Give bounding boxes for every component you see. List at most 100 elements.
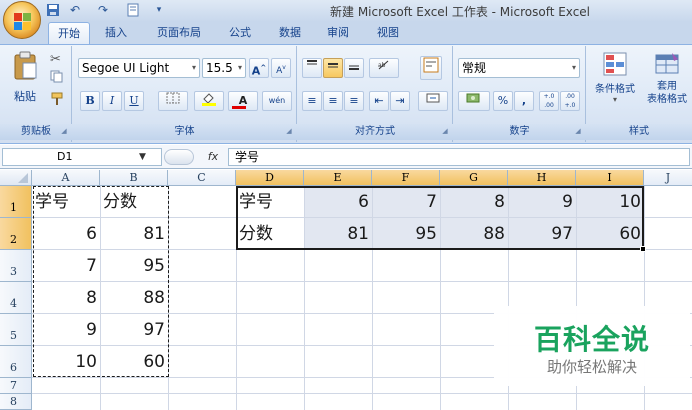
number-group-label: 数字	[453, 124, 586, 140]
font-name-value: Segoe UI Light	[82, 61, 170, 75]
currency-button[interactable]	[458, 91, 490, 111]
align-top-button[interactable]	[302, 58, 322, 78]
paste-icon	[14, 51, 37, 80]
undo-icon[interactable]: ↶	[68, 3, 82, 17]
align-bottom-button[interactable]	[344, 58, 364, 78]
orientation-button[interactable]: ab	[369, 58, 399, 78]
column-header-a[interactable]: A	[32, 170, 100, 186]
format-as-table-label-1: 套用	[657, 81, 677, 92]
format-as-table-button[interactable]: 套用 表格格式	[642, 50, 692, 120]
increase-indent-button[interactable]: ⇥	[390, 91, 410, 111]
font-name-select[interactable]: Segoe UI Light ▾	[78, 58, 200, 78]
row-header-1[interactable]: 1	[0, 186, 32, 218]
tab-review[interactable]: 审阅	[320, 22, 356, 44]
tab-home[interactable]: 开始	[48, 22, 90, 44]
column-header-b[interactable]: B	[100, 170, 168, 186]
alignment-launcher-icon[interactable]: ◢	[440, 126, 450, 136]
column-header-j[interactable]: J	[644, 170, 692, 186]
align-middle-icon	[328, 63, 338, 68]
format-painter-icon[interactable]	[50, 92, 64, 106]
paste-label: 粘贴	[14, 90, 36, 103]
alignment-group-label: 对齐方式	[297, 124, 453, 140]
row-header-7[interactable]: 7	[0, 378, 32, 394]
column-header-d[interactable]: D	[236, 170, 304, 186]
borders-button[interactable]	[158, 91, 188, 111]
tab-view[interactable]: 视图	[370, 22, 406, 44]
orientation-icon: ab	[378, 60, 389, 70]
font-color-button[interactable]: A	[228, 91, 258, 111]
select-all-corner[interactable]	[0, 170, 32, 186]
watermark-title: 百科全说	[533, 323, 650, 356]
font-launcher-icon[interactable]: ◢	[284, 126, 294, 136]
italic-button[interactable]: I	[102, 91, 122, 111]
clipboard-launcher-icon[interactable]: ◢	[59, 126, 69, 136]
merge-center-icon	[426, 93, 440, 103]
name-box[interactable]: D1 ▼	[2, 148, 162, 166]
column-header-e[interactable]: E	[304, 170, 372, 186]
row-header-6[interactable]: 6	[0, 346, 32, 378]
wrap-text-button[interactable]	[420, 56, 442, 80]
insert-function-button[interactable]: fx	[200, 148, 226, 166]
percent-button[interactable]: %	[493, 91, 513, 111]
selection-border	[236, 186, 644, 250]
increase-decimal-button[interactable]: +.0 .00	[539, 91, 559, 111]
office-button[interactable]	[3, 1, 41, 39]
copy-icon[interactable]	[50, 70, 63, 83]
align-right-button[interactable]: ≡	[344, 91, 364, 111]
redo-icon[interactable]: ↷	[96, 3, 110, 17]
align-top-icon	[307, 60, 317, 65]
row-header-8[interactable]: 8	[0, 394, 32, 410]
window-title: 新建 Microsoft Excel 工作表 - Microsoft Excel	[330, 5, 591, 19]
row-header-3[interactable]: 3	[0, 250, 32, 282]
format-as-table-label-2: 表格格式	[647, 94, 687, 105]
fill-color-button[interactable]	[194, 91, 224, 111]
number-format-select[interactable]: 常规 ▾	[458, 58, 580, 78]
align-left-button[interactable]: ≡	[302, 91, 322, 111]
row-header-4[interactable]: 4	[0, 282, 32, 314]
tab-data[interactable]: 数据	[272, 22, 308, 44]
formula-input[interactable]: 学号	[228, 148, 690, 166]
comma-button[interactable]: ,	[514, 91, 534, 111]
bold-button[interactable]: B	[80, 91, 100, 111]
decrease-indent-button[interactable]: ⇤	[369, 91, 389, 111]
shrink-font-button[interactable]: Av	[271, 58, 291, 78]
decrease-decimal-button[interactable]: .00 +.0	[560, 91, 580, 111]
borders-icon	[166, 92, 180, 104]
customize-icon[interactable]: ▾	[152, 3, 166, 17]
save-icon[interactable]	[46, 3, 60, 17]
paste-button[interactable]: 粘贴	[8, 50, 42, 116]
column-header-g[interactable]: G	[440, 170, 508, 186]
grow-font-button[interactable]: A^	[249, 58, 269, 78]
column-header-c[interactable]: C	[168, 170, 236, 186]
cut-icon[interactable]: ✂	[50, 52, 61, 67]
row-header-2[interactable]: 2	[0, 218, 32, 250]
tab-formulas[interactable]: 公式	[222, 22, 258, 44]
phonetic-button[interactable]: wén	[262, 91, 292, 111]
print-preview-icon[interactable]	[126, 3, 140, 17]
copy-marquee	[33, 186, 169, 377]
currency-icon	[466, 93, 480, 103]
chevron-down-icon: ▾	[612, 95, 617, 104]
chevron-down-icon: ▼	[139, 152, 146, 162]
number-launcher-icon[interactable]: ◢	[573, 126, 583, 136]
office-logo-icon	[14, 13, 31, 30]
wrap-text-icon	[423, 57, 439, 73]
merge-center-button[interactable]	[418, 91, 448, 111]
column-header-h[interactable]: H	[508, 170, 576, 186]
row-header-5[interactable]: 5	[0, 314, 32, 346]
chevron-down-icon: ▾	[571, 63, 576, 72]
fill-handle[interactable]	[640, 246, 646, 252]
fill-color-icon	[202, 93, 216, 106]
align-middle-button[interactable]	[323, 58, 343, 78]
tab-insert[interactable]: 插入	[98, 22, 134, 44]
number-format-value: 常规	[462, 61, 487, 75]
column-header-i[interactable]: I	[576, 170, 644, 186]
font-size-value: 15.5	[206, 61, 233, 75]
tab-page-layout[interactable]: 页面布局	[146, 22, 212, 44]
gridline	[32, 393, 692, 394]
align-center-button[interactable]: ≡	[323, 91, 343, 111]
font-size-select[interactable]: 15.5 ▾	[202, 58, 246, 78]
column-header-f[interactable]: F	[372, 170, 440, 186]
conditional-format-button[interactable]: 条件格式 ▾	[590, 50, 640, 120]
underline-button[interactable]: U	[124, 91, 144, 111]
